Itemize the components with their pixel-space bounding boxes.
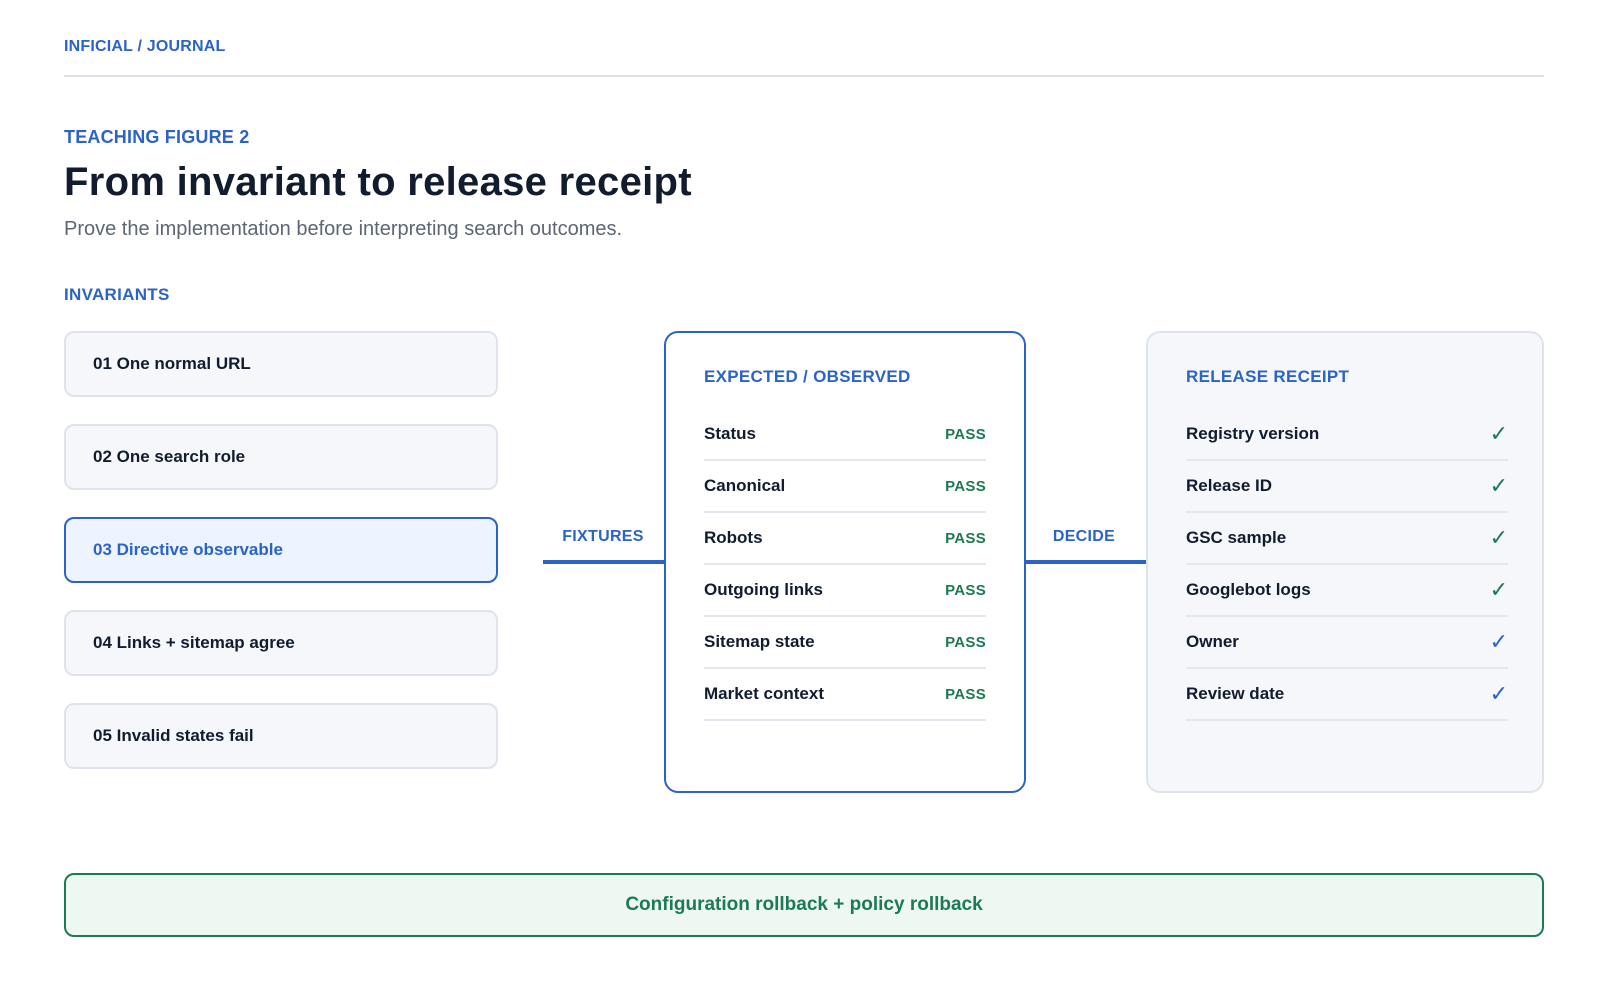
release-receipt-panel: RELEASE RECEIPT Registry version ✓ Relea… — [1146, 331, 1544, 793]
receipt-label: Review date — [1186, 684, 1285, 703]
check-row: Market context PASS — [704, 669, 986, 721]
receipt-row: Registry version ✓ — [1186, 409, 1508, 461]
checkmark-icon: ✓ — [1489, 577, 1508, 602]
receipt-row: Release ID ✓ — [1186, 461, 1508, 513]
invariant-list: 01 One normal URL 02 One search role 03 … — [64, 331, 498, 796]
check-label: Status — [704, 424, 756, 443]
release-receipt-title: RELEASE RECEIPT — [1186, 367, 1350, 386]
check-row: Robots PASS — [704, 513, 986, 565]
invariant-item[interactable]: 04 Links + sitemap agree — [64, 610, 498, 676]
check-row: Sitemap state PASS — [704, 617, 986, 669]
checkmark-icon: ✓ — [1489, 525, 1508, 550]
pass-badge: PASS — [945, 581, 986, 599]
fixtures-label: FIXTURES — [562, 528, 644, 545]
rollback-banner[interactable]: Configuration rollback + policy rollback — [64, 873, 1544, 937]
pass-badge: PASS — [945, 633, 986, 651]
invariant-item[interactable]: 05 Invalid states fail — [64, 703, 498, 769]
checkmark-icon: ✓ — [1489, 681, 1508, 706]
invariant-item[interactable]: 03 Directive observable — [64, 517, 498, 583]
receipt-label: Owner — [1186, 632, 1239, 651]
fixtures-connector — [543, 560, 664, 564]
expected-observed-title: EXPECTED / OBSERVED — [704, 367, 911, 386]
release-receipt-rows: Registry version ✓ Release ID ✓ GSC samp… — [1186, 409, 1508, 721]
check-row: Outgoing links PASS — [704, 565, 986, 617]
pass-badge: PASS — [945, 685, 986, 703]
invariant-item[interactable]: 02 One search role — [64, 424, 498, 490]
receipt-row: Googlebot logs ✓ — [1186, 565, 1508, 617]
check-row: Status PASS — [704, 409, 986, 461]
pass-badge: PASS — [945, 477, 986, 495]
checkmark-icon: ✓ — [1489, 473, 1508, 498]
receipt-label: GSC sample — [1186, 528, 1287, 547]
checkmark-icon: ✓ — [1489, 629, 1508, 654]
invariant-item[interactable]: 01 One normal URL — [64, 331, 498, 397]
check-label: Sitemap state — [704, 632, 815, 651]
receipt-row: Owner ✓ — [1186, 617, 1508, 669]
check-label: Canonical — [704, 476, 786, 495]
check-row: Canonical PASS — [704, 461, 986, 513]
receipt-label: Release ID — [1186, 476, 1272, 495]
check-label: Market context — [704, 684, 824, 703]
checkmark-icon: ✓ — [1489, 421, 1508, 446]
receipt-label: Googlebot logs — [1186, 580, 1311, 599]
page-title: From invariant to release receipt — [64, 160, 692, 204]
pass-badge: PASS — [945, 425, 986, 443]
pass-badge: PASS — [945, 529, 986, 547]
check-label: Robots — [704, 528, 763, 547]
expected-observed-panel: EXPECTED / OBSERVED Status PASS Canonica… — [664, 331, 1026, 793]
figure-eyebrow: TEACHING FIGURE 2 — [64, 127, 250, 147]
brand-breadcrumb[interactable]: INFICIAL / JOURNAL — [64, 38, 226, 56]
expected-observed-rows: Status PASS Canonical PASS Robots PASS O… — [704, 409, 986, 721]
decide-connector — [1026, 560, 1146, 564]
receipt-row: GSC sample ✓ — [1186, 513, 1508, 565]
header-divider — [64, 75, 1544, 77]
decide-label: DECIDE — [1052, 528, 1116, 545]
receipt-row: Review date ✓ — [1186, 669, 1508, 721]
page-subtitle: Prove the implementation before interpre… — [64, 218, 623, 240]
invariants-heading: INVARIANTS — [64, 285, 170, 304]
receipt-label: Registry version — [1186, 424, 1320, 443]
figure-page: INFICIAL / JOURNAL TEACHING FIGURE 2 Fro… — [0, 0, 1600, 1000]
check-label: Outgoing links — [704, 580, 823, 599]
